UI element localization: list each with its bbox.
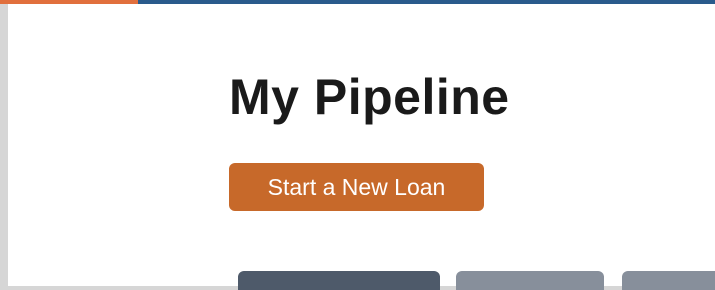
- pipeline-tab-2[interactable]: [456, 271, 604, 290]
- page-frame: My Pipeline Start a New Loan: [0, 0, 715, 290]
- top-accent-highlight: [0, 0, 138, 4]
- pipeline-tab-1[interactable]: [238, 271, 440, 290]
- page-title: My Pipeline: [229, 69, 510, 125]
- start-new-loan-button[interactable]: Start a New Loan: [229, 163, 484, 211]
- pipeline-tab-3[interactable]: [622, 271, 715, 290]
- left-border: [0, 4, 8, 290]
